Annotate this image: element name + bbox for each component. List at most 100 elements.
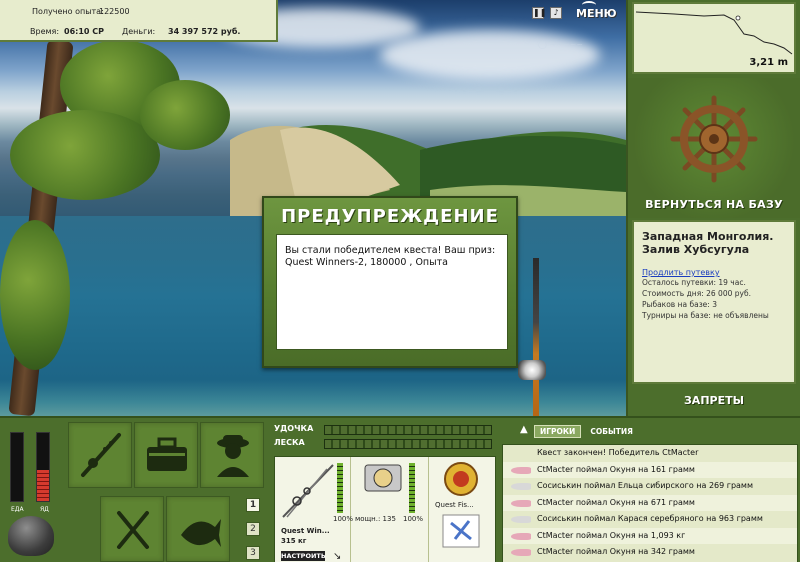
time-value: 06:10 СР (64, 27, 104, 36)
rod-bar: УДОЧКА (274, 424, 492, 436)
time-label: Время: (30, 27, 60, 36)
player-info-panel: Получено опыта: 122500 Время: 06:10 СР Д… (0, 0, 278, 42)
fish-icon (511, 532, 531, 540)
fishing-rod-icon (81, 433, 121, 477)
anglers-at-base: Рыбаков на базе: 3 (642, 300, 717, 309)
line-bar: ЛЕСКА (274, 438, 492, 450)
rod-reel[interactable] (518, 360, 546, 380)
reel-slot[interactable]: мощн.: 135 100% (351, 457, 429, 562)
events-list: Квест закончен! Победитель CtMacter CtMac… (502, 444, 798, 562)
money-value: 34 397 572 руб. (168, 27, 241, 36)
events-panel: ▲ ИГРОКИ СОБЫТИЯ Квест закончен! Победит… (500, 420, 800, 562)
arrow-diagonal-icon[interactable]: ↘ (333, 551, 341, 562)
fish-icon (511, 483, 531, 490)
reel-condition-bar (409, 463, 415, 513)
bans-button[interactable]: ЗАПРЕТЫ (628, 394, 800, 412)
tackle-box-icon (147, 437, 187, 471)
rod-condition-bar (337, 463, 343, 513)
event-item: Сосиськин поймал Ельца сибирского на 269… (503, 478, 797, 495)
line-bar-label: ЛЕСКА (274, 438, 305, 447)
top-toolbar: ❚❚ ♪ МЕНЮ (532, 0, 617, 22)
event-text: CtMacter поймал Окуня на 1,093 кг (537, 530, 686, 540)
menu-button[interactable]: МЕНЮ (576, 0, 617, 20)
food-tile[interactable] (100, 496, 164, 562)
fish-icon (511, 499, 531, 507)
dialog-title: ПРЕДУПРЕЖДЕНИЕ (281, 206, 499, 227)
rod-slot[interactable]: 100% Quest Win... 315 кг НАСТРОИТЬ ↘ (275, 457, 353, 562)
bottom-toolbar: ЕДА ЯД 1 2 3 УДОЧКА ЛЕСКА 100% Quest Win… (0, 416, 800, 562)
voucher-remaining: Осталось путевки: 19 час. (642, 278, 746, 287)
poison-meter-fill (37, 470, 49, 501)
rod-tension-bar (324, 425, 492, 435)
events-tabs: ИГРОКИ СОБЫТИЯ (534, 424, 638, 438)
setup-button[interactable]: НАСТРОИТЬ (281, 551, 326, 561)
fisherman-tile[interactable] (200, 422, 264, 488)
arrow-up-icon[interactable]: ▲ (520, 424, 528, 435)
page-button-1[interactable]: 1 (246, 498, 260, 512)
fish-tile[interactable] (166, 496, 230, 562)
food-label: ЕДА (11, 506, 24, 513)
line-tension-bar (324, 439, 492, 449)
exp-label: Получено опыта: (32, 7, 104, 16)
return-to-base-button[interactable]: ВЕРНУТЬСЯ НА БАЗУ (628, 198, 800, 216)
line-spool-picture (444, 462, 478, 496)
fish-icon (511, 516, 531, 523)
location-title: Западная Монголия. Залив Хубсугула (642, 230, 774, 256)
event-text: CtMacter поймал Окуня на 342 грамм (537, 547, 695, 556)
event-item: Сосиськин поймал Карася серебряного на 9… (503, 511, 797, 528)
fish-icon (181, 519, 221, 547)
reel-power: мощн.: 135 (355, 515, 396, 523)
extend-voucher-link[interactable]: Продлить путевку (642, 268, 786, 277)
tree-foliage (0, 220, 70, 370)
fishing-rod[interactable] (533, 258, 539, 416)
fish-icon (511, 549, 531, 556)
money-label: Деньги: (122, 27, 156, 36)
tackle-box-tile[interactable] (134, 422, 198, 488)
fork-knife-icon (117, 511, 149, 549)
event-item: CtMacter поймал Окуня на 671 грамм (503, 494, 797, 511)
event-item: CtMacter поймал Окуня на 161 грамм (503, 461, 797, 478)
tree-foliage (10, 110, 160, 200)
pause-icon[interactable]: ❚❚ (532, 7, 546, 19)
fisherman-icon (217, 435, 249, 477)
event-text: CtMacter поймал Окуня на 671 грамм (537, 497, 695, 507)
day-cost: Стоимость дня: 26 000 руб. (642, 289, 751, 298)
depth-value: 3,21 m (749, 57, 788, 68)
gear-slots: 100% Quest Win... 315 кг НАСТРОИТЬ ↘ мощ… (274, 456, 496, 562)
rod-picture (282, 464, 334, 518)
event-item: CtMacter поймал Окуня на 342 грамм (503, 544, 797, 561)
right-panel: 3,21 m ВЕРНУТЬСЯ НА БАЗУ Западная Монгол… (626, 0, 800, 416)
sound-icon[interactable]: ♪ (550, 7, 562, 19)
event-text: CtMacter поймал Окуня на 161 грамм (537, 464, 695, 474)
cauldron-icon[interactable] (8, 516, 54, 556)
watermark-logo: ◯ ~~~~~ (538, 40, 584, 49)
page-button-2[interactable]: 2 (246, 522, 260, 536)
page-button-3[interactable]: 3 (246, 546, 260, 560)
return-to-base-area[interactable] (628, 78, 800, 218)
lure-slot[interactable]: Quest Fis... (429, 457, 497, 562)
rod-name: Quest Win... (281, 527, 330, 535)
tree-foliage (140, 80, 230, 150)
gear-panel: УДОЧКА ЛЕСКА 100% Quest Win... 315 кг НА… (270, 420, 496, 562)
rod-tile[interactable] (68, 422, 132, 488)
reel-picture (364, 464, 402, 492)
exp-value: 122500 (99, 7, 130, 16)
depth-chart: 3,21 m (632, 2, 796, 74)
ship-helm-icon[interactable] (669, 94, 759, 184)
poison-meter (36, 432, 50, 502)
rod-bar-label: УДОЧКА (274, 424, 314, 433)
fish-icon (511, 466, 531, 474)
tab-events[interactable]: СОБЫТИЯ (585, 426, 638, 437)
event-item: Квест закончен! Победитель CtMacter (503, 445, 797, 462)
event-item: CtMacter поймал Окуня на 1,093 кг (503, 527, 797, 544)
food-meter (10, 432, 24, 502)
helm-small-icon (582, 0, 596, 9)
warning-dialog[interactable]: ПРЕДУПРЕЖДЕНИЕ Вы стали победителем квес… (262, 196, 518, 368)
dialog-message: Вы стали победителем квеста! Ваш приз: Q… (276, 234, 508, 350)
event-text: Сосиськин поймал Карася серебряного на 9… (537, 514, 763, 523)
tournaments-status: Турниры на базе: не объявлены (642, 311, 769, 320)
game-screen: ◯ ~~~~~ Получено опыта: 122500 Время: 06… (0, 0, 800, 562)
lure-name: Quest Fis... (435, 501, 474, 509)
location-info: Западная Монголия. Залив Хубсугула Продл… (632, 220, 796, 384)
tab-players[interactable]: ИГРОКИ (534, 424, 582, 438)
